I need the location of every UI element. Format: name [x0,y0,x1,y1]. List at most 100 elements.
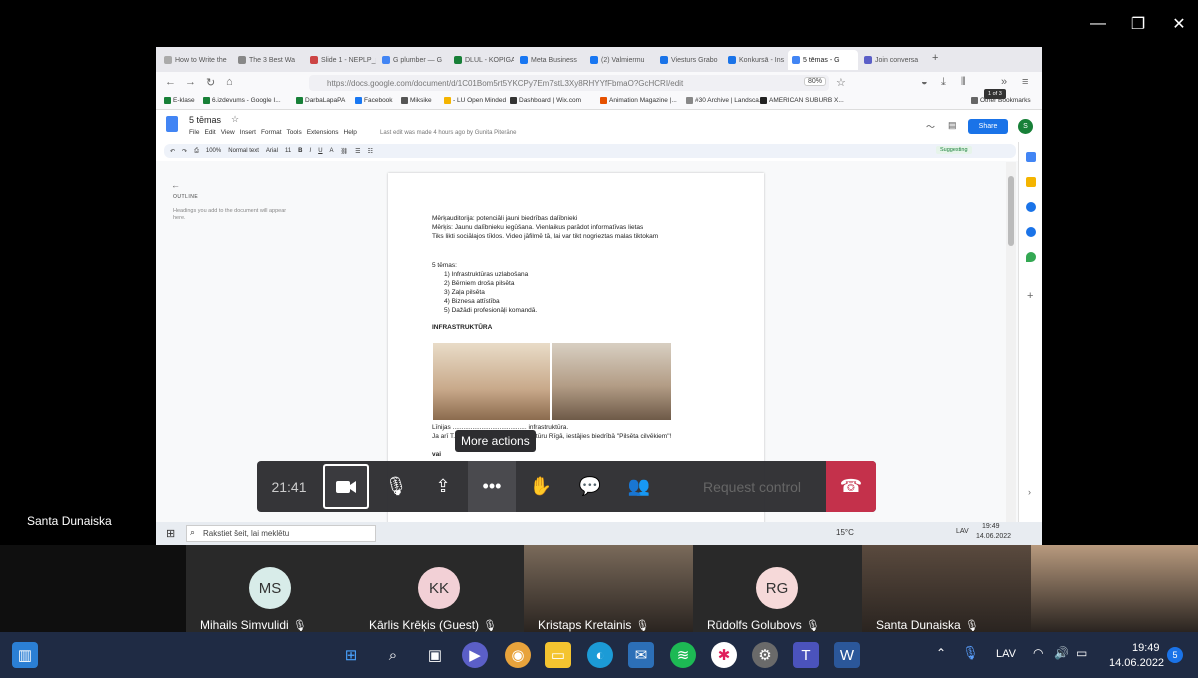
more-tools-icon[interactable]: » [1001,76,1007,88]
browser-tab[interactable]: G plumber — G [378,50,448,70]
bookmark-item[interactable]: DarbaLapaPA [296,97,345,104]
more-actions-button[interactable]: ••• [468,461,516,512]
outline-back-icon[interactable]: ← [171,180,180,190]
bookmark-item[interactable]: 6.izdevums - Google I... [203,97,281,104]
comments-icon[interactable]: ▤ [948,120,957,131]
browser-tab[interactable]: How to Write the [160,50,232,70]
bookmark-item[interactable]: Miksike [401,97,432,104]
volume-icon[interactable]: 🔊 [1054,646,1069,660]
mute-button[interactable]: 🎙 [372,461,420,512]
browser-tab[interactable]: The 3 Best Wa [234,50,304,70]
document-title[interactable]: 5 tēmas [189,115,221,125]
print-icon[interactable]: ⎙ [194,148,199,155]
participant-tile[interactable]: Santa Dunaiska 🎙 [862,545,1031,632]
zoom-level[interactable]: 80% [804,77,827,86]
participant-tile[interactable]: Kristaps Kretainis 🎙 [524,545,693,632]
browser-tab[interactable]: DLUL - KOPIGA [450,50,514,70]
participants-button[interactable]: 👥 [615,461,663,512]
download-icon[interactable]: ⤓ [941,76,946,89]
reload-icon[interactable]: ↻ [206,76,215,89]
new-tab-icon[interactable]: + [932,52,938,64]
style-select[interactable]: Normal text [228,148,259,154]
browser-tab[interactable]: Viesturs Grabo [656,50,722,70]
microphone-icon[interactable]: 🎙 [962,645,979,661]
italic-icon[interactable]: I [310,148,312,154]
scrollbar-thumb[interactable] [1008,176,1014,246]
document-scrollbar[interactable] [1006,162,1016,542]
user-avatar[interactable]: S [1018,119,1033,134]
bookmark-star-icon[interactable]: ☆ [836,76,846,89]
teams-icon[interactable]: T [793,642,819,668]
chat-button[interactable]: 💬 [566,461,614,512]
close-icon[interactable]: ✕ [1158,0,1198,47]
raise-hand-button[interactable]: ✋ [517,461,565,512]
clock-time[interactable]: 19:49 [1132,642,1160,654]
chrome-icon[interactable]: ◉ [505,642,531,668]
text-color-icon[interactable]: A [330,148,334,154]
inner-clock-time[interactable]: 19:49 [982,523,1000,530]
bullet-list-icon[interactable]: ☷ [368,148,373,155]
font-size-input[interactable]: 11 [285,148,291,154]
word-icon[interactable]: W [834,642,860,668]
contacts-icon[interactable] [1026,227,1036,237]
edge-icon[interactable]: ◐ [587,642,613,668]
maximize-icon[interactable]: ❐ [1117,0,1159,47]
file-explorer-icon[interactable]: ▭ [545,642,571,668]
wifi-icon[interactable]: ◠ [1033,646,1043,660]
notification-badge[interactable]: 5 [1167,647,1183,663]
inner-clock-date[interactable]: 14.06.2022 [976,533,1011,540]
clock-date[interactable]: 14.06.2022 [1109,657,1164,669]
windows-start-icon[interactable]: ⊞ [166,527,175,540]
browser-tab[interactable]: (2) Valmiermu [586,50,654,70]
browser-tab[interactable]: Meta Business [516,50,584,70]
underline-icon[interactable]: U [318,148,322,154]
document-image-presenter[interactable] [433,343,550,420]
input-language[interactable]: LAV [956,528,969,535]
star-icon[interactable]: ☆ [231,114,239,125]
back-icon[interactable]: ← [165,76,176,88]
participant-tile[interactable]: MS Mihails Simvulidi 🎙 [186,545,355,632]
bookmark-item[interactable]: #30 Archive | Landsca... [686,97,764,104]
home-icon[interactable]: ⌂ [226,76,233,88]
document-image-children[interactable] [552,343,671,420]
bookmark-item[interactable]: E-klase [164,97,195,104]
redo-icon[interactable]: ↷ [182,148,187,155]
weather-text[interactable]: 15°C [836,528,854,537]
docs-menu-item[interactable]: Edit [204,129,215,136]
hang-up-button[interactable]: ☎ [826,461,876,512]
add-addon-icon[interactable]: + [1027,290,1033,302]
docs-menu-item[interactable]: Help [344,129,357,136]
bold-icon[interactable]: B [298,148,302,154]
docs-menu-item[interactable]: File [189,129,199,136]
participant-tile[interactable]: RG Rūdolfs Golubovs 🎙 [693,545,862,632]
google-docs-icon[interactable] [166,116,178,132]
docs-menu-item[interactable]: Extensions [307,129,339,136]
maps-icon[interactable] [1026,252,1036,262]
slack-icon[interactable]: ✱ [711,642,737,668]
bookmark-item[interactable]: - LU Open Minded [444,97,506,104]
menu-icon[interactable]: ≡ [1022,76,1028,88]
docs-menu-item[interactable]: Tools [287,129,302,136]
docs-menu-item[interactable]: Insert [240,129,256,136]
browser-tab[interactable]: Slide 1 - NEPLP_p [306,50,376,70]
last-edit-text[interactable]: Last edit was made 4 hours ago by Gunita… [380,130,516,136]
browser-tab[interactable]: Konkursā - Ins [724,50,786,70]
share-button[interactable]: Share [968,119,1008,134]
library-icon[interactable]: ⫴ [961,76,966,89]
browser-tab[interactable]: 5 tēmas - G [788,50,858,70]
bookmark-item[interactable]: Facebook [355,97,393,104]
search-icon[interactable]: ⌕ [380,642,406,668]
undo-icon[interactable]: ↶ [170,148,175,155]
link-icon[interactable]: ⛓ [341,148,349,155]
font-select[interactable]: Arial [266,148,278,154]
task-view-icon[interactable]: ▣ [422,642,448,668]
request-control-button[interactable]: Request control [679,461,825,512]
pocket-icon[interactable]: ◒ [921,76,928,88]
keep-icon[interactable] [1026,177,1036,187]
windows-search-box[interactable]: Rakstiet šeit, lai meklētu [186,525,376,542]
input-language[interactable]: LAV [996,648,1016,660]
tray-expand-icon[interactable]: ⌃ [936,646,946,660]
zoom-select[interactable]: 100% [206,148,221,154]
teams-chat-icon[interactable]: ▶ [462,642,488,668]
browser-tab[interactable]: Join conversa [860,50,926,70]
